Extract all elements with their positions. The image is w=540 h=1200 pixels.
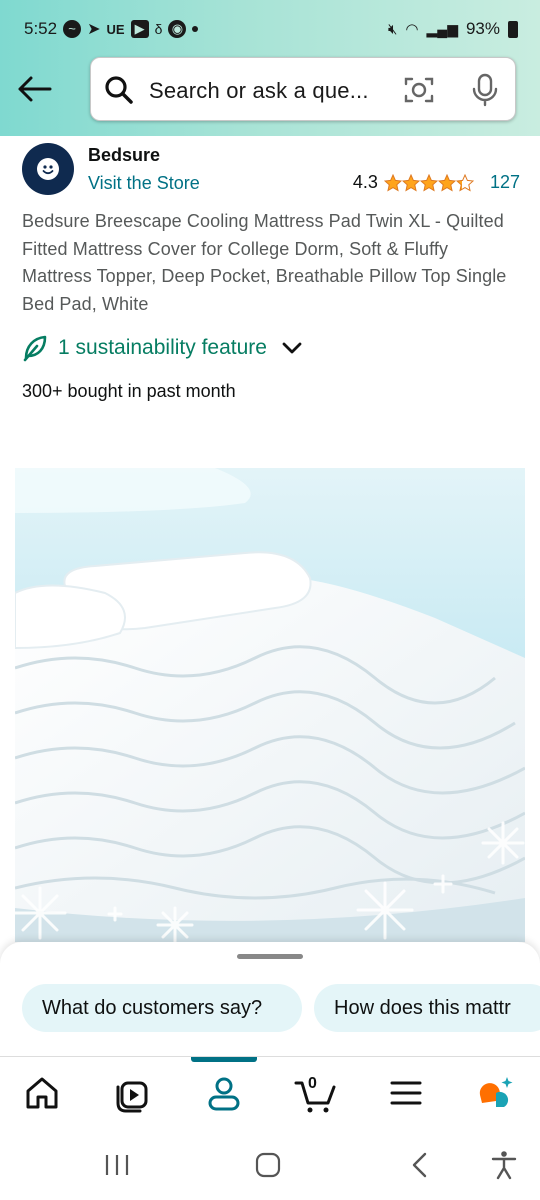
rating-stars xyxy=(383,173,474,192)
brand-logo[interactable] xyxy=(22,143,74,195)
rufus-assistant-icon[interactable] xyxy=(474,1071,518,1115)
messenger-icon: ~ xyxy=(63,20,82,38)
home-button-icon[interactable] xyxy=(248,1150,288,1180)
account-icon[interactable] xyxy=(202,1071,246,1115)
battery-icon xyxy=(508,20,518,38)
accessibility-icon[interactable] xyxy=(484,1150,524,1180)
question-chip-how-does[interactable]: How does this mattr xyxy=(314,984,540,1032)
camera-lens-icon[interactable] xyxy=(403,74,435,106)
ue-label: UE xyxy=(106,21,125,37)
cart-button[interactable]: 0 xyxy=(294,1071,338,1115)
youtube-icon: ▶ xyxy=(130,20,149,38)
back-arrow-icon[interactable] xyxy=(16,74,52,104)
rating-value: 4.3 xyxy=(352,172,378,192)
microphone-icon[interactable] xyxy=(469,72,501,108)
star-icon xyxy=(419,173,438,191)
more-notifications-icon xyxy=(192,26,199,32)
app-header: 5:52 ~ ➤ UE ▶ δ ◉ 🔇︎ ◠ ▂▄▆ 93% Search or… xyxy=(0,0,540,136)
star-icon xyxy=(383,173,402,191)
system-nav-bar xyxy=(0,1130,540,1200)
ask-questions-sheet: What do customers say? How does this mat… xyxy=(0,942,540,1058)
star-icon xyxy=(437,173,456,191)
video-icon[interactable] xyxy=(110,1071,154,1115)
signal-icon: ▂▄▆ xyxy=(426,20,458,37)
cart-count: 0 xyxy=(308,1075,317,1092)
status-time: 5:52 xyxy=(24,19,58,38)
leaf-icon xyxy=(23,335,47,362)
product-image[interactable] xyxy=(15,468,525,942)
star-icon xyxy=(401,173,420,191)
recent-apps-icon[interactable] xyxy=(97,1150,137,1180)
chevron-down-icon xyxy=(282,342,302,354)
rating-summary[interactable]: 4.3 127 xyxy=(353,172,520,193)
back-button-icon[interactable] xyxy=(400,1150,440,1180)
sustainability-feature[interactable]: 1 sustainability feature xyxy=(22,334,303,362)
telegram-icon: ➤ xyxy=(87,21,101,38)
brand-name: Bedsure xyxy=(88,145,161,165)
wifi-icon: ◠ xyxy=(405,21,419,38)
battery-percent: 93% xyxy=(465,19,500,38)
app-icon: δ xyxy=(154,21,163,37)
product-title: Bedsure Breescape Cooling Mattress Pad T… xyxy=(22,211,507,314)
mattress-illustration xyxy=(15,468,525,942)
status-bar: 5:52 ~ ➤ UE ▶ δ ◉ 🔇︎ ◠ ▂▄▆ 93% xyxy=(0,14,540,48)
review-count[interactable]: 127 xyxy=(490,172,520,193)
mute-icon: 🔇︎ xyxy=(387,20,398,38)
question-chip-customers-say[interactable]: What do customers say? xyxy=(22,984,302,1032)
search-bar[interactable]: Search or ask a que... xyxy=(90,57,516,121)
search-icon xyxy=(105,76,133,104)
search-input[interactable]: Search or ask a que... xyxy=(149,78,369,104)
sheet-handle[interactable] xyxy=(237,954,303,959)
home-icon[interactable] xyxy=(20,1071,64,1115)
star-icon xyxy=(455,173,474,191)
active-tab-indicator xyxy=(191,1057,257,1062)
smiley-icon xyxy=(37,158,59,180)
chrome-icon: ◉ xyxy=(168,20,187,38)
visit-store-link[interactable]: Visit the Store xyxy=(88,173,200,194)
menu-icon[interactable] xyxy=(384,1071,428,1115)
bottom-nav: 0 xyxy=(0,1056,540,1130)
bought-count: 300+ bought in past month xyxy=(22,381,236,401)
sustainability-label: 1 sustainability feature xyxy=(58,336,267,359)
